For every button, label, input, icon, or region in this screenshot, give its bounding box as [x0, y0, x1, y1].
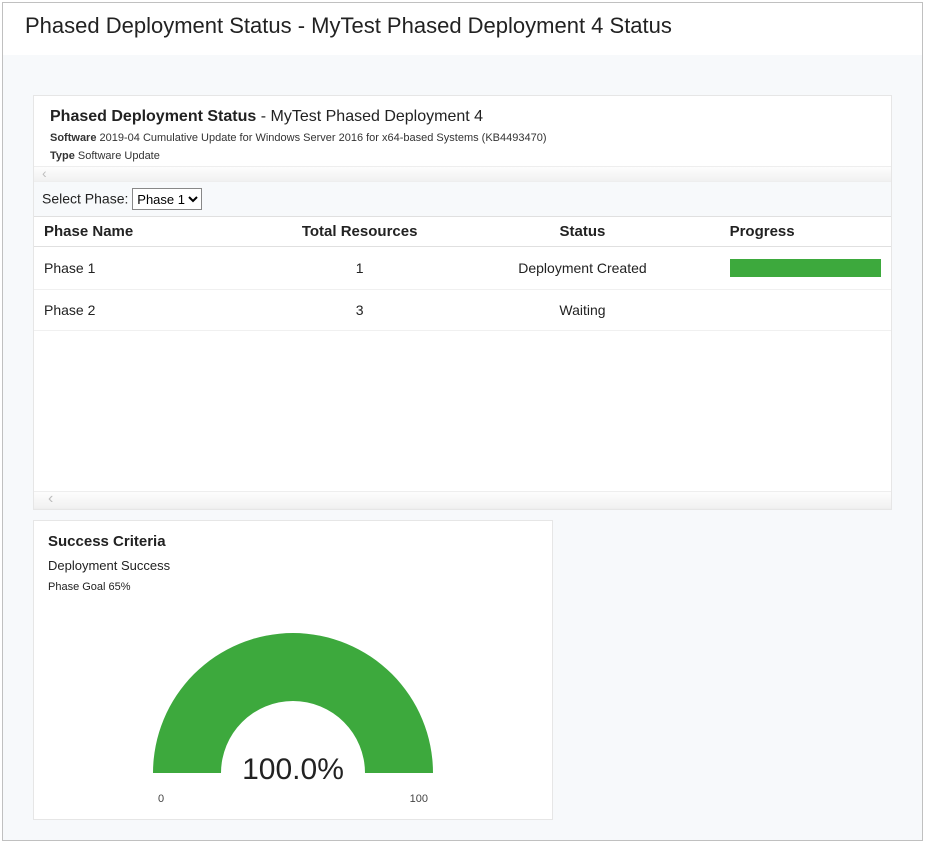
select-phase-dropdown[interactable]: Phase 1Phase 2: [132, 188, 202, 210]
panel-title-prefix: Phased Deployment Status: [50, 108, 256, 125]
col-total-resources[interactable]: Total Resources: [274, 217, 445, 247]
gauge-scale: 0 100: [48, 793, 538, 805]
software-value: 2019-04 Cumulative Update for Windows Se…: [100, 132, 547, 144]
col-phase-name[interactable]: Phase Name: [34, 217, 274, 247]
progress-bar: [730, 259, 881, 277]
panel-title-sep: -: [256, 108, 270, 125]
cell-phase-name: Phase 1: [34, 247, 274, 290]
cell-progress: [720, 247, 891, 290]
success-criteria-panel: Success Criteria Deployment Success Phas…: [33, 520, 553, 820]
status-panel: Phased Deployment Status - MyTest Phased…: [33, 95, 892, 510]
cell-status: Waiting: [445, 290, 719, 331]
col-status[interactable]: Status: [445, 217, 719, 247]
select-phase-label: Select Phase:: [42, 191, 128, 207]
type-line: Type Software Update: [50, 150, 875, 162]
gauge-value: 100.0%: [48, 753, 538, 787]
panel-title: Phased Deployment Status - MyTest Phased…: [50, 108, 875, 126]
type-label: Type: [50, 150, 75, 162]
cell-total-resources: 3: [274, 290, 445, 331]
panel-title-suffix: MyTest Phased Deployment 4: [271, 108, 484, 125]
table-row[interactable]: Phase 11Deployment Created: [34, 247, 891, 290]
cell-phase-name: Phase 2: [34, 290, 274, 331]
cell-status: Deployment Created: [445, 247, 719, 290]
gauge-scale-max: 100: [410, 793, 428, 805]
page-title: Phased Deployment Status - MyTest Phased…: [3, 3, 922, 55]
col-progress[interactable]: Progress: [720, 217, 891, 247]
table-row[interactable]: Phase 23Waiting: [34, 290, 891, 331]
software-line: Software 2019-04 Cumulative Update for W…: [50, 132, 875, 144]
gauge-arc: [153, 633, 433, 773]
cell-total-resources: 1: [274, 247, 445, 290]
gauge-chart: 100.0% 0 100: [48, 603, 538, 813]
criteria-subtitle: Deployment Success: [48, 558, 538, 573]
gauge-scale-min: 0: [158, 793, 164, 805]
criteria-title: Success Criteria: [48, 533, 538, 550]
select-phase-row: Select Phase: Phase 1Phase 2: [34, 182, 891, 216]
collapse-bar-top[interactable]: ‹: [34, 166, 891, 182]
collapse-bar-bottom[interactable]: ‹: [34, 491, 891, 509]
table-header-row: Phase Name Total Resources Status Progre…: [34, 217, 891, 247]
content-area: Phased Deployment Status - MyTest Phased…: [3, 55, 922, 820]
chevron-left-icon: ‹: [42, 165, 47, 181]
table-filler: [34, 331, 891, 491]
chevron-left-icon: ‹: [48, 490, 53, 507]
cell-progress: [720, 290, 891, 331]
panel-header: Phased Deployment Status - MyTest Phased…: [34, 96, 891, 166]
phases-table: Phase Name Total Resources Status Progre…: [34, 216, 891, 331]
software-label: Software: [50, 132, 96, 144]
type-value: Software Update: [78, 150, 160, 162]
app-window: Phased Deployment Status - MyTest Phased…: [2, 2, 923, 841]
criteria-goal: Phase Goal 65%: [48, 581, 538, 593]
